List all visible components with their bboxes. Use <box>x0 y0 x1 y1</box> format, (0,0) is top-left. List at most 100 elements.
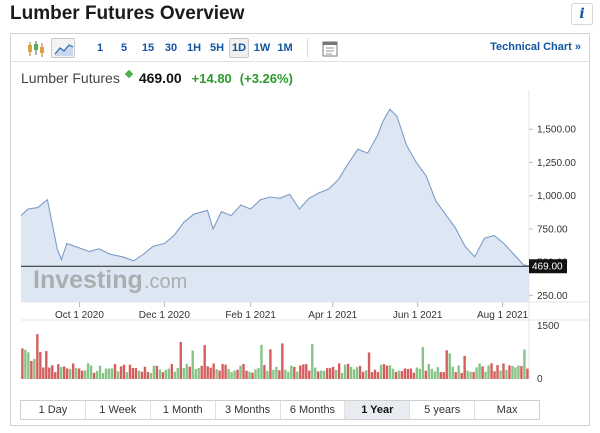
volume-bar <box>385 365 389 379</box>
volume-bar <box>206 366 209 379</box>
volume-bar <box>242 363 245 379</box>
volume-bar <box>523 349 526 379</box>
volume-bar <box>517 365 520 379</box>
volume-bar <box>21 348 24 379</box>
period-1-day[interactable]: 1 Day <box>21 401 86 419</box>
volume-bar <box>484 371 487 379</box>
period-1-week[interactable]: 1 Week <box>86 401 151 419</box>
volume-bar <box>89 365 93 379</box>
volume-bar <box>287 371 290 379</box>
volume-bar <box>439 372 442 379</box>
volume-bar <box>188 366 191 379</box>
volume-bar <box>388 365 392 379</box>
x-tick-label: Aug 1 2021 <box>477 310 529 321</box>
volume-bar <box>230 372 233 379</box>
volume-bar <box>140 371 144 379</box>
volume-bar <box>179 342 182 379</box>
volume-bar <box>415 367 419 379</box>
volume-bar <box>505 369 508 379</box>
volume-bar <box>361 371 365 379</box>
volume-bar <box>314 367 317 379</box>
volume-bar <box>170 363 173 379</box>
volume-bar <box>460 372 463 379</box>
volume-bar <box>131 368 135 379</box>
volume-bar <box>337 363 341 379</box>
volume-bar <box>83 370 87 379</box>
volume-bar <box>418 368 422 379</box>
volume-bar <box>122 364 126 379</box>
volume-bar <box>493 371 496 379</box>
volume-bar <box>239 365 242 379</box>
volume-bar <box>412 372 416 379</box>
x-tick-label: Dec 1 2020 <box>139 310 191 321</box>
volume-bar <box>24 349 27 379</box>
volume-bar <box>119 366 123 379</box>
volume-bar <box>146 371 150 379</box>
volume-bar <box>45 351 48 379</box>
volume-bar <box>42 367 45 379</box>
price-chart[interactable]: 1,500.001,250.001,000.00750.00500.00250.… <box>11 34 589 394</box>
volume-bar <box>143 366 147 379</box>
volume-bar <box>57 364 60 379</box>
volume-bar <box>227 368 230 379</box>
volume-bar <box>340 372 344 379</box>
volume-bar <box>221 363 224 379</box>
volume-bar <box>451 366 454 379</box>
volume-bar <box>263 364 266 379</box>
last-price-tag-label: 469.00 <box>532 262 563 273</box>
volume-bar <box>197 367 200 379</box>
volume-bar <box>334 369 338 379</box>
volume-tick-label: 0 <box>537 374 543 385</box>
volume-bar <box>445 350 448 379</box>
volume-bar <box>430 368 433 379</box>
investing-watermark: Investing <box>33 266 143 294</box>
volume-bar <box>161 372 165 379</box>
volume-bar <box>95 370 99 379</box>
volume-bar <box>212 363 215 379</box>
period-3-months[interactable]: 3 Months <box>216 401 281 419</box>
period-5-years[interactable]: 5 years <box>410 401 476 419</box>
volume-bar <box>311 344 314 379</box>
volume-bar <box>328 368 332 379</box>
y-tick-label: 1,000.00 <box>537 191 576 202</box>
period-max[interactable]: Max <box>475 401 539 419</box>
period-1-year[interactable]: 1 Year <box>345 401 411 419</box>
period-1-month[interactable]: 1 Month <box>151 401 216 419</box>
volume-bar <box>134 368 138 379</box>
volume-bar <box>27 352 30 379</box>
volume-bar <box>317 371 320 379</box>
volume-bar <box>48 367 51 379</box>
volume-bar <box>442 372 445 379</box>
y-tick-label: 1,250.00 <box>537 158 576 169</box>
volume-bar <box>101 372 105 379</box>
volume-bar <box>233 370 236 379</box>
x-tick-label: Feb 1 2021 <box>225 310 276 321</box>
volume-bar <box>218 370 221 379</box>
volume-bar <box>466 370 469 379</box>
volume-bar <box>436 367 439 379</box>
volume-bar <box>299 365 302 379</box>
volume-bar <box>182 368 185 379</box>
volume-bar <box>194 369 197 379</box>
info-icon[interactable]: i <box>571 3 593 25</box>
volume-bar <box>248 371 251 379</box>
volume-bar <box>490 363 493 379</box>
volume-bar <box>80 370 84 379</box>
volume-bar <box>39 351 42 379</box>
volume-bar <box>296 371 299 379</box>
y-tick-label: 750.00 <box>537 224 568 235</box>
volume-bar <box>326 368 329 379</box>
volume-bar <box>349 366 353 379</box>
volume-bar <box>305 364 308 379</box>
volume-bar <box>394 371 398 379</box>
volume-bar <box>176 368 179 379</box>
period-6-months[interactable]: 6 Months <box>281 401 346 419</box>
volume-bar <box>116 371 120 379</box>
volume-bar <box>107 368 111 379</box>
volume-bar <box>463 355 466 379</box>
volume-bar <box>191 350 194 379</box>
volume-bar <box>245 370 248 379</box>
volume-bar <box>323 370 326 379</box>
volume-bar <box>272 369 275 379</box>
volume-bar <box>200 365 203 379</box>
